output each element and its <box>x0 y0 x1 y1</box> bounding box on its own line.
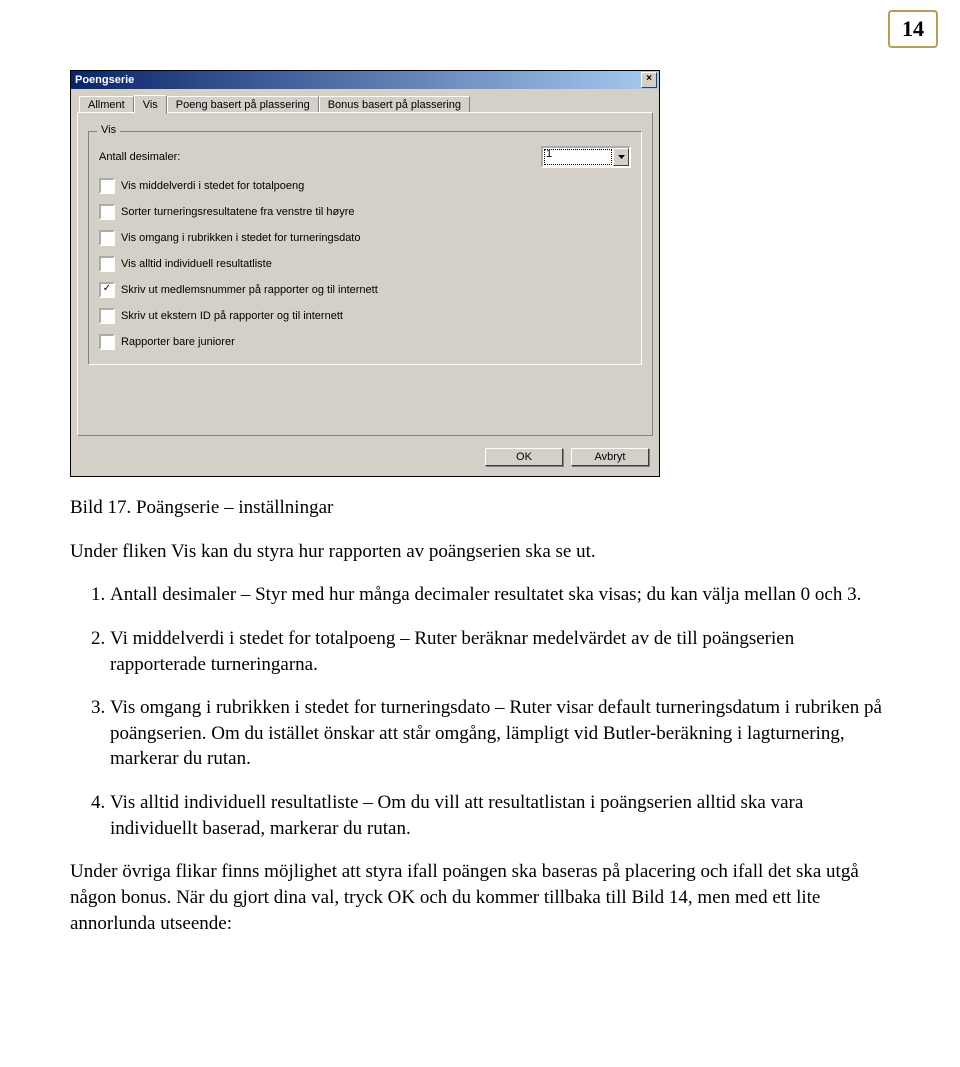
checkbox-icon <box>99 204 115 220</box>
dialog-window: Poengserie × Allment Vis Poeng basert på… <box>70 70 660 477</box>
figure-caption: Bild 17. Poängserie – inställningar <box>70 495 890 521</box>
groupbox-vis: Vis Antall desimaler: 1 Vis middelverdi … <box>88 131 642 365</box>
embedded-screenshot: Poengserie × Allment Vis Poeng basert på… <box>70 70 660 477</box>
list-term: Vis alltid individuell resultatliste <box>110 792 358 813</box>
check-omgang[interactable]: Vis omgang i rubrikken i stedet for turn… <box>99 230 631 246</box>
check-label: Vis middelverdi i stedet for totalpoeng <box>121 180 304 192</box>
window-title: Poengserie <box>75 74 134 86</box>
check-sorter[interactable]: Sorter turneringsresultatene fra venstre… <box>99 204 631 220</box>
intro-paragraph: Under fliken Vis kan du styra hur rappor… <box>70 539 890 565</box>
check-label: Vis alltid individuell resultatliste <box>121 258 272 270</box>
cancel-button[interactable]: Avbryt <box>571 448 649 466</box>
check-individuell[interactable]: Vis alltid individuell resultatliste <box>99 256 631 272</box>
tab-strip: Allment Vis Poeng basert på plassering B… <box>71 89 659 112</box>
check-middelverdi[interactable]: Vis middelverdi i stedet for totalpoeng <box>99 178 631 194</box>
tab-poeng-plassering[interactable]: Poeng basert på plassering <box>167 96 319 113</box>
check-juniorer[interactable]: Rapporter bare juniorer <box>99 334 631 350</box>
checkbox-icon <box>99 308 115 324</box>
page-number-badge: 14 <box>888 10 938 48</box>
check-label: Rapporter bare juniorer <box>121 336 235 348</box>
decimals-dropdown-button[interactable] <box>613 148 629 166</box>
chevron-down-icon <box>618 155 625 159</box>
decimals-combobox[interactable]: 1 <box>541 146 631 168</box>
dialog-button-row: OK Avbryt <box>71 442 659 476</box>
check-ekstern-id[interactable]: Skriv ut ekstern ID på rapporter og til … <box>99 308 631 324</box>
tab-vis[interactable]: Vis <box>134 95 167 114</box>
list-item: Vi middelverdi i stedet for totalpoeng –… <box>110 626 890 677</box>
checkbox-icon <box>99 178 115 194</box>
list-rest: – Styr med hur många decimaler resultate… <box>236 584 861 605</box>
closing-paragraph: Under övriga flikar finns möjlighet att … <box>70 859 890 936</box>
check-label: Sorter turneringsresultatene fra venstre… <box>121 206 355 218</box>
decimals-label: Antall desimaler: <box>99 151 541 163</box>
decimals-row: Antall desimaler: 1 <box>99 146 631 168</box>
checkbox-icon <box>99 230 115 246</box>
tab-allment[interactable]: Allment <box>79 96 134 113</box>
close-icon: × <box>646 73 652 84</box>
checkbox-icon <box>99 334 115 350</box>
list-item: Vis alltid individuell resultatliste – O… <box>110 790 890 841</box>
checkbox-checked-icon: ✓ <box>99 282 115 298</box>
ok-button[interactable]: OK <box>485 448 563 466</box>
check-label: Skriv ut medlemsnummer på rapporter og t… <box>121 284 378 296</box>
list-term: Antall desimaler <box>110 584 236 605</box>
groupbox-title: Vis <box>97 124 120 136</box>
list-term: Vi middelverdi i stedet for totalpoeng <box>110 628 395 649</box>
check-label: Skriv ut ekstern ID på rapporter og til … <box>121 310 343 322</box>
check-label: Vis omgang i rubrikken i stedet for turn… <box>121 232 360 244</box>
numbered-list: Antall desimaler – Styr med hur många de… <box>70 582 890 841</box>
titlebar: Poengserie × <box>71 71 659 89</box>
tab-bonus-plassering[interactable]: Bonus basert på plassering <box>319 96 470 113</box>
document-body: Bild 17. Poängserie – inställningar Unde… <box>70 495 890 936</box>
list-item: Vis omgang i rubrikken i stedet for turn… <box>110 695 890 772</box>
close-button[interactable]: × <box>641 72 657 88</box>
check-medlemsnummer[interactable]: ✓ Skriv ut medlemsnummer på rapporter og… <box>99 282 631 298</box>
decimals-value[interactable]: 1 <box>543 148 613 166</box>
tab-panel-vis: Vis Antall desimaler: 1 Vis middelverdi … <box>77 112 653 436</box>
checkbox-icon <box>99 256 115 272</box>
list-term: Vis omgang i rubrikken i stedet for turn… <box>110 697 490 718</box>
list-item: Antall desimaler – Styr med hur många de… <box>110 582 890 608</box>
